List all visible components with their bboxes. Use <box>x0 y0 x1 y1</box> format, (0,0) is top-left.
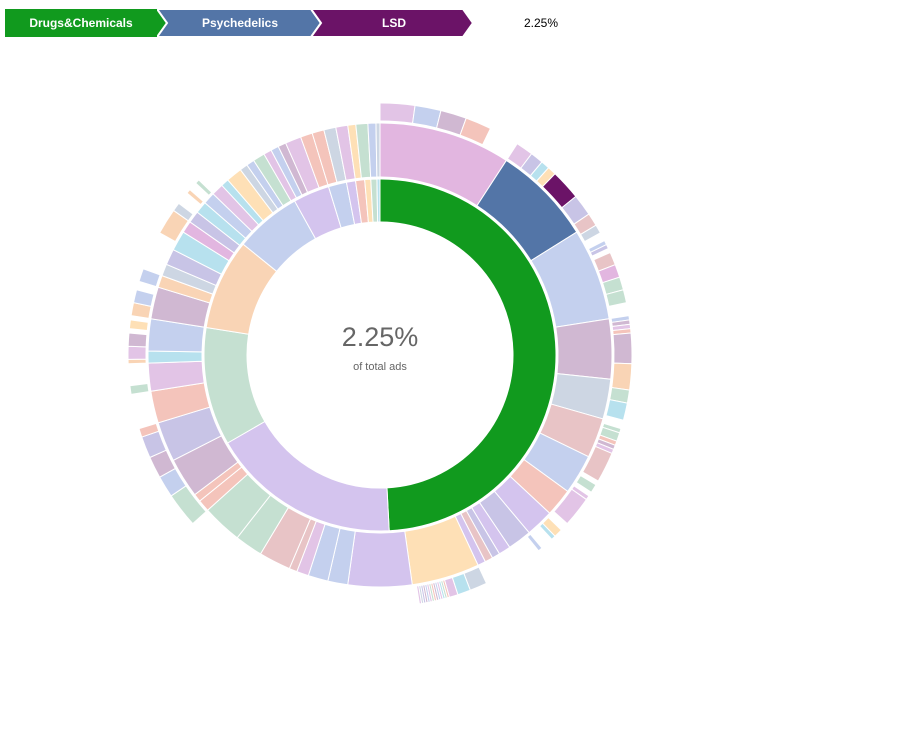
sunburst-segment[interactable] <box>128 319 149 332</box>
sunburst-segment[interactable] <box>376 178 381 223</box>
sunburst-segment[interactable] <box>147 350 203 364</box>
sunburst-segment[interactable] <box>127 332 148 348</box>
sunburst-segment[interactable] <box>375 122 381 178</box>
sunburst-segment[interactable] <box>555 318 613 380</box>
sunburst-segment[interactable] <box>412 104 442 129</box>
sunburst-segment[interactable] <box>129 382 150 395</box>
sunburst-segment[interactable] <box>611 362 633 391</box>
sunburst-segment[interactable] <box>526 533 543 552</box>
sunburst-segment[interactable] <box>605 399 628 421</box>
sunburst-segment[interactable] <box>347 530 413 588</box>
sunburst-segment[interactable] <box>379 102 416 124</box>
center-caption: of total ads <box>353 361 407 373</box>
ring-1 <box>203 178 557 532</box>
sunburst-segment[interactable] <box>127 345 147 360</box>
sunburst-segment[interactable] <box>612 332 633 365</box>
sunburst-segment[interactable] <box>194 179 213 197</box>
center-percentage: 2.25% <box>341 322 419 352</box>
sunburst-segment[interactable] <box>186 188 205 206</box>
sunburst-segment[interactable] <box>138 268 161 288</box>
